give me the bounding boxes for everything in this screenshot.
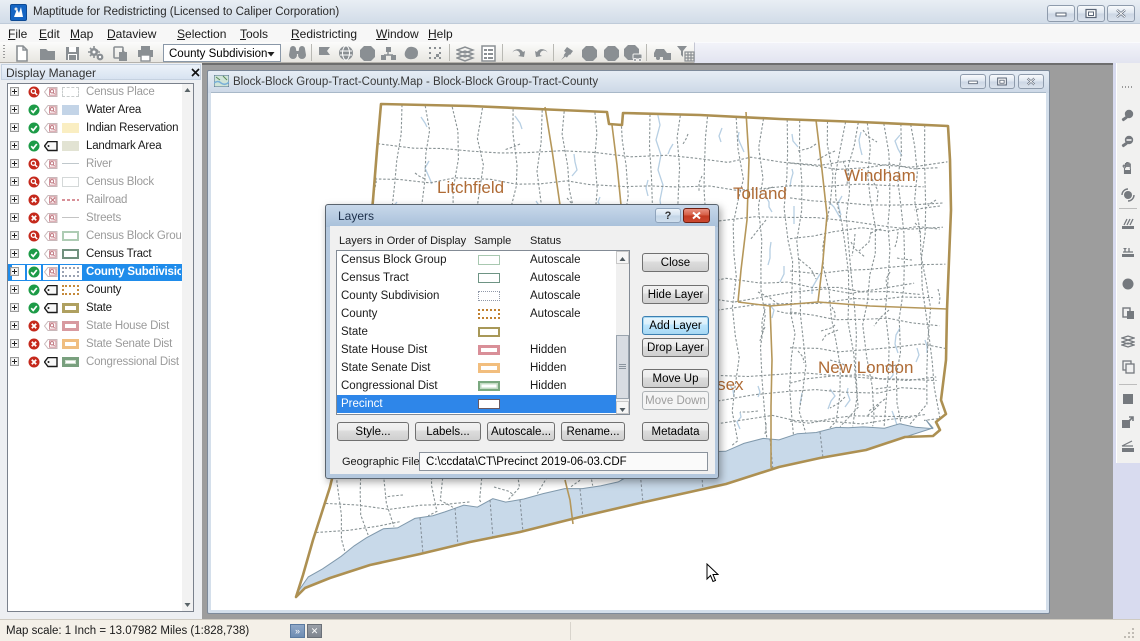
svg-text:Tolland: Tolland xyxy=(733,184,787,203)
svg-text:Litchfield: Litchfield xyxy=(437,178,504,197)
svg-text:Windham: Windham xyxy=(844,166,916,185)
svg-text:New London: New London xyxy=(818,358,913,377)
